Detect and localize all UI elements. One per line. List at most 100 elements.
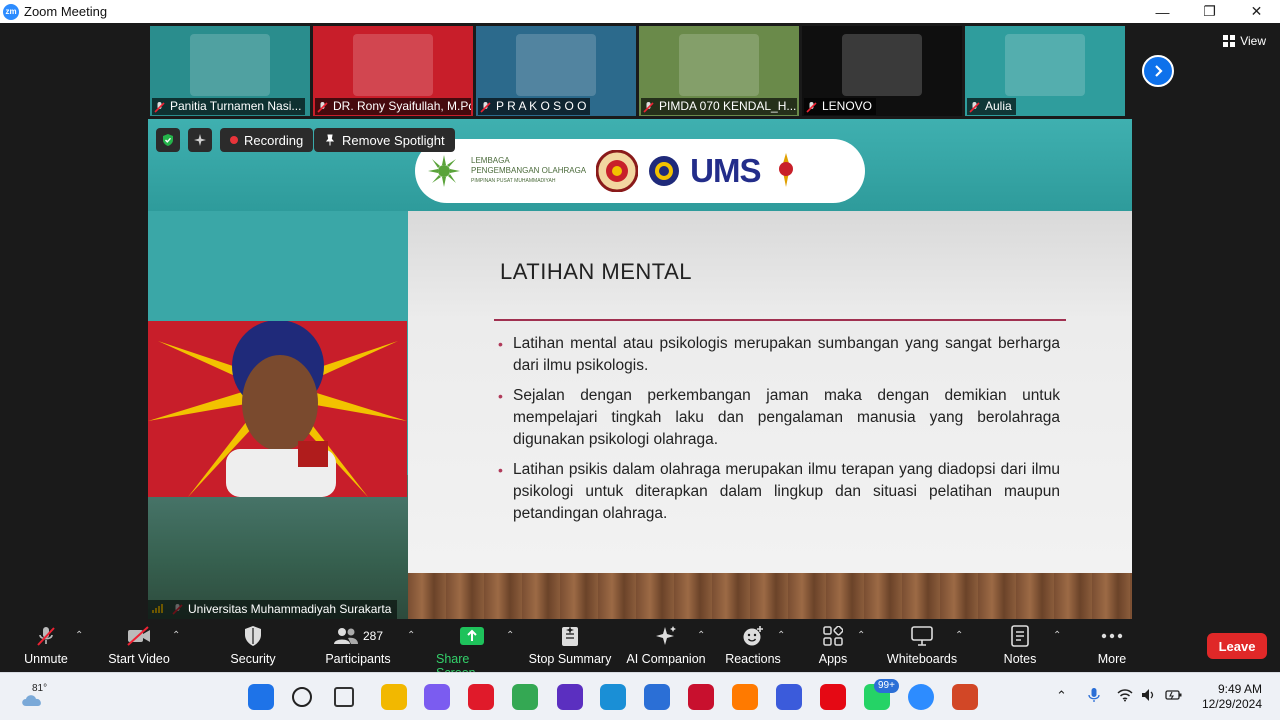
recording-indicator[interactable]: Recording	[220, 128, 314, 152]
ai-options-caret[interactable]: ⌃	[697, 630, 705, 641]
participant-tile[interactable]: Aulia	[965, 26, 1125, 116]
next-page-button[interactable]	[1142, 55, 1174, 87]
participant-video	[516, 34, 596, 96]
windows-taskbar: 81° 99+ ⌃ 9:49 AM 12/29/2024	[0, 672, 1280, 720]
firefox-icon[interactable]	[732, 684, 758, 710]
notes-button[interactable]: Notes	[1000, 624, 1040, 666]
minimize-button[interactable]: —	[1139, 0, 1186, 23]
participant-tile[interactable]: PIMDA 070 KENDAL_H...	[639, 26, 799, 116]
record-dot-icon	[230, 136, 238, 144]
app-blue-icon[interactable]	[776, 684, 802, 710]
wifi-icon	[1117, 689, 1133, 702]
restore-button[interactable]: ❐	[1186, 0, 1233, 23]
zoom-icon[interactable]	[908, 684, 934, 710]
close-button[interactable]: ✕	[1233, 0, 1280, 23]
participant-tile[interactable]: LENOVO	[802, 26, 962, 116]
leave-button[interactable]: Leave	[1207, 633, 1267, 659]
participants-button[interactable]: 287 Participants	[322, 624, 394, 666]
ai-sparkle-icon	[656, 626, 676, 645]
security-shield-badge[interactable]	[156, 128, 180, 152]
ai-companion-badge[interactable]	[188, 128, 212, 152]
visual-studio-icon[interactable]	[557, 684, 583, 710]
task-view-icon[interactable]	[334, 687, 354, 707]
more-button[interactable]: More	[1094, 624, 1130, 666]
notes-options-caret[interactable]: ⌃	[1053, 630, 1061, 641]
microsoft-store-icon[interactable]	[644, 684, 670, 710]
slide-wood-floor	[408, 573, 1132, 619]
netflix-icon[interactable]	[820, 684, 846, 710]
participant-name: PIMDA 070 KENDAL_H...	[641, 98, 797, 115]
participant-strip: Panitia Turnamen Nasi... DR. Rony Syaiful…	[150, 26, 1125, 118]
participants-count: 287	[362, 629, 384, 643]
security-button[interactable]: Security	[228, 624, 278, 666]
start-icon[interactable]	[248, 684, 274, 710]
reactions-options-caret[interactable]: ⌃	[777, 630, 785, 641]
mcafee-icon[interactable]	[688, 684, 714, 710]
participant-tile[interactable]: P R A K O S O O	[476, 26, 636, 116]
shield-check-icon	[163, 134, 173, 146]
university-seal-icon	[596, 150, 639, 192]
show-hidden-icons[interactable]: ⌃	[1056, 688, 1067, 704]
whiteboards-button[interactable]: Whiteboards	[884, 624, 960, 666]
ums-seal-icon	[649, 156, 680, 186]
whiteboards-options-caret[interactable]: ⌃	[955, 630, 963, 641]
start-video-button[interactable]: Start Video	[104, 624, 174, 666]
slide-bullet: Sejalan dengan perkembangan jaman maka d…	[498, 385, 1060, 451]
powerpoint-icon[interactable]	[952, 684, 978, 710]
lpo-logo-icon	[428, 155, 460, 187]
mic-muted-icon	[969, 102, 980, 113]
audio-options-caret[interactable]: ⌃	[75, 630, 83, 641]
remove-spotlight-button[interactable]: Remove Spotlight	[314, 128, 455, 152]
participant-video	[1005, 34, 1085, 96]
apps-options-caret[interactable]: ⌃	[857, 630, 865, 641]
participant-video	[842, 34, 922, 96]
participant-tile[interactable]: Panitia Turnamen Nasi...	[150, 26, 310, 116]
microphone-icon	[1088, 688, 1100, 702]
mic-muted-icon	[317, 102, 328, 113]
weather-temperature: 81°	[32, 683, 48, 694]
file-explorer-icon[interactable]	[381, 684, 407, 710]
slide-bullet-list: Latihan mental atau psikologis merupakan…	[498, 333, 1060, 533]
view-button[interactable]: View	[1223, 34, 1266, 48]
participant-video	[190, 34, 270, 96]
notes-icon	[1011, 625, 1029, 647]
window-title: Zoom Meeting	[24, 4, 108, 19]
meeting-toolbar: Unmute ⌃ Start Video ⌃ Security 287 Part…	[0, 620, 1280, 680]
anniversary-logo-icon	[779, 153, 794, 187]
zoom-app-icon: zm	[3, 3, 19, 20]
volume-icon	[1142, 689, 1154, 701]
participant-tile[interactable]: DR. Rony Syaifullah, M.Pd...	[313, 26, 473, 116]
copilot-icon[interactable]	[424, 684, 450, 710]
system-clock[interactable]: 9:49 AM 12/29/2024	[1202, 682, 1262, 712]
video-options-caret[interactable]: ⌃	[172, 630, 180, 641]
remove-spotlight-label: Remove Spotlight	[342, 132, 445, 148]
edge-icon[interactable]	[600, 684, 626, 710]
ai-companion-button[interactable]: AI Companion	[626, 624, 706, 666]
speaker-avatar	[148, 321, 407, 497]
reactions-button[interactable]: Reactions	[724, 624, 782, 666]
search-icon[interactable]	[292, 687, 312, 707]
participants-options-caret[interactable]: ⌃	[407, 630, 415, 641]
grid-view-icon	[1223, 35, 1236, 47]
participant-name: P R A K O S O O	[478, 98, 591, 115]
chrome-icon[interactable]	[512, 684, 538, 710]
participant-name: DR. Rony Syaifullah, M.Pd...	[315, 98, 471, 115]
whiteboard-icon	[911, 626, 933, 646]
stop-summary-button[interactable]: Stop Summary	[528, 624, 612, 666]
recording-label: Recording	[244, 132, 304, 148]
slide-bullet: Latihan mental atau psikologis merupakan…	[498, 333, 1060, 377]
smiley-icon	[743, 626, 763, 646]
unmute-button[interactable]: Unmute	[22, 624, 70, 666]
opera-icon[interactable]	[468, 684, 494, 710]
chevron-right-icon	[1155, 65, 1163, 77]
whatsapp-badge: 99+	[874, 679, 899, 693]
meeting-stage: Panitia Turnamen Nasi... DR. Rony Syaiful…	[0, 23, 1280, 620]
slide-content-panel: LATIHAN MENTAL Latihan mental atau psiko…	[408, 211, 1132, 573]
summary-icon	[562, 626, 578, 646]
video-off-icon	[127, 626, 150, 646]
share-options-caret[interactable]: ⌃	[506, 630, 514, 641]
slide-bullet: Latihan psikis dalam olahraga merupakan …	[498, 459, 1060, 525]
participants-icon	[333, 628, 358, 644]
battery-icon	[1165, 690, 1182, 700]
apps-button[interactable]: Apps	[816, 624, 850, 666]
